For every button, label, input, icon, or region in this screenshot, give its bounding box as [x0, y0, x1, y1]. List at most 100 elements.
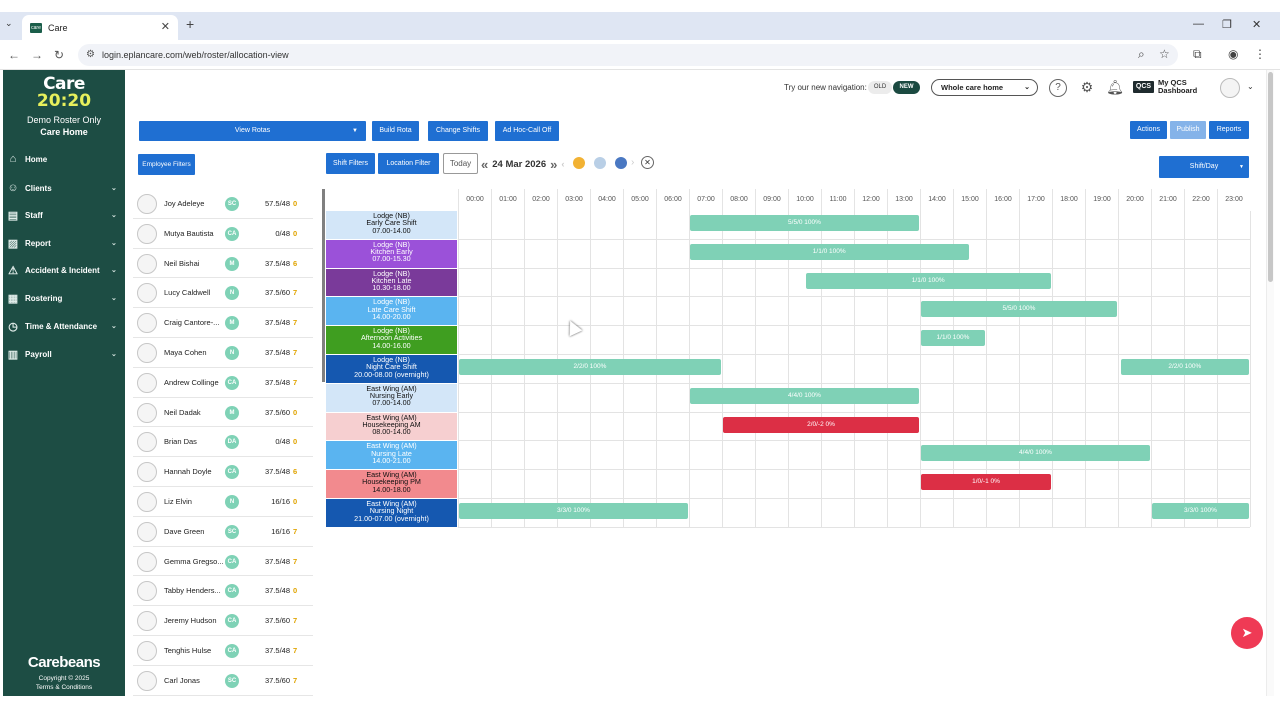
staff-name[interactable]: Neil Bishai [164, 259, 224, 268]
staff-row[interactable]: Brian Das DA 0/48 0 [133, 427, 313, 458]
shift-bar[interactable]: 2/0/-2 0% [723, 416, 919, 433]
browser-tab[interactable]: care Care ✕ [22, 15, 178, 40]
staff-name[interactable]: Andrew Collinge [164, 378, 224, 387]
shift-label[interactable]: Lodge (NB) Kitchen Late 10.30-18.00 [326, 268, 457, 298]
notification-bell-icon[interactable]: 🔔︎ [1106, 79, 1124, 97]
view-rotas-dropdown[interactable]: View Rotas ▼ [139, 121, 366, 141]
qcs-logo[interactable]: QCS [1133, 81, 1154, 93]
staff-row[interactable]: Tenghis Hulse CA 37.5/48 7 [133, 636, 313, 666]
shift-label[interactable]: Lodge (NB) Early Care Shift 07.00-14.00 [326, 211, 457, 240]
staff-name[interactable]: Jeremy Hudson [164, 616, 224, 625]
profile-icon[interactable]: ◉ [1228, 47, 1238, 61]
view-mode-select[interactable]: Shift/Day ▼ [1159, 156, 1249, 178]
staff-name[interactable]: Brian Das [164, 437, 224, 446]
sidebar-item-payroll[interactable]: ▥ Payroll ⌄ [3, 345, 125, 363]
staff-name[interactable]: Joy Adeleye [164, 199, 224, 208]
staff-name[interactable]: Neil Dadak [164, 408, 224, 417]
next-day-icon[interactable]: › [631, 157, 634, 168]
shift-label[interactable]: Lodge (NB) Late Care Shift 14.00-20.00 [326, 297, 457, 327]
sidebar-item-staff[interactable]: ▤ Staff ⌄ [3, 206, 125, 224]
user-avatar[interactable] [1220, 78, 1240, 98]
shift-label[interactable]: East Wing (AM) Nursing Late 14.00-21.00 [326, 441, 457, 471]
staff-name[interactable]: Craig Cantore-... [164, 318, 224, 327]
back-icon[interactable]: ← [8, 48, 20, 62]
reload-icon[interactable]: ↻ [54, 48, 64, 62]
staff-name[interactable]: Hannah Doyle [164, 467, 224, 476]
next-week-icon[interactable]: » [550, 157, 557, 172]
shift-label[interactable]: Lodge (NB) Kitchen Early 07.00-15.30 [326, 239, 457, 269]
staff-name[interactable]: Maya Cohen [164, 348, 224, 357]
new-tab-icon[interactable]: + [186, 16, 194, 32]
staff-row[interactable]: Craig Cantore-... M 37.5/48 7 [133, 308, 313, 338]
shift-label[interactable]: Lodge (NB) Night Care Shift 20.00-08.00 (o… [326, 355, 457, 384]
shift-bar[interactable]: 1/1/0 100% [921, 330, 985, 347]
staff-row[interactable]: Carl Jonas SC 37.5/60 7 [133, 666, 313, 696]
sidebar-item-report[interactable]: ▨ Report ⌄ [3, 234, 125, 252]
shift-bar[interactable]: 4/4/0 100% [921, 445, 1150, 462]
care2020-logo[interactable]: Care 20:20 [3, 76, 125, 110]
today-button[interactable]: Today [443, 153, 478, 174]
staff-row[interactable]: Andrew Collinge CA 37.5/48 7 [133, 368, 313, 398]
staff-name[interactable]: Tenghis Hulse [164, 646, 224, 655]
prev-week-icon[interactable]: « [481, 157, 488, 172]
staff-row[interactable]: Neil Bishai M 37.5/48 6 [133, 249, 313, 279]
toggle-old[interactable]: OLD [868, 81, 892, 94]
staff-row[interactable]: Joy Adeleye SC 57.5/48 0 [133, 189, 313, 219]
shift-bar[interactable]: 1/1/0 100% [690, 243, 969, 260]
publish-button[interactable]: Publish [1170, 121, 1206, 139]
staff-row[interactable]: Gemma Gregso... CA 37.5/48 7 [133, 547, 313, 577]
restore-icon[interactable]: ❐ [1222, 18, 1232, 31]
shift-bar[interactable]: 3/3/0 100% [1152, 503, 1249, 519]
staff-row[interactable]: Jeremy Hudson CA 37.5/60 7 [133, 606, 313, 636]
shift-filters-button[interactable]: Shift Filters [326, 153, 375, 174]
staff-row[interactable]: Hannah Doyle CA 37.5/48 6 [133, 457, 313, 487]
user-menu-chevron-icon[interactable]: ⌄ [1247, 82, 1254, 91]
zoom-icon[interactable]: ⌕ [1138, 47, 1145, 62]
shift-bar[interactable]: 1/1/0 100% [805, 272, 1051, 289]
staff-row[interactable]: Lucy Caldwell N 37.5/60 7 [133, 278, 313, 309]
staff-row[interactable]: Mutya Bautista CA 0/48 0 [133, 219, 313, 249]
filter-dot-lightblue[interactable] [594, 157, 606, 169]
shift-bar[interactable]: 4/4/0 100% [690, 387, 919, 404]
url-field[interactable]: ⚙ login.eplancare.com/web/roster/allocat… [78, 44, 1178, 66]
location-filter-button[interactable]: Location Filter [378, 153, 439, 174]
window-close-icon[interactable]: ✕ [1252, 18, 1261, 31]
staff-row[interactable]: Neil Dadak M 37.5/60 0 [133, 398, 313, 428]
shift-label[interactable]: East Wing (AM) Nursing Early 07.00-14.00 [326, 383, 457, 413]
adhoc-calloff-button[interactable]: Ad Hoc-Call Off [495, 121, 559, 141]
sidebar-item-accident-incident[interactable]: ⚠ Accident & Incident ⌄ [3, 261, 125, 279]
terms-link[interactable]: Terms & Conditions [3, 684, 125, 691]
extensions-icon[interactable]: ⧉ [1193, 47, 1202, 62]
shift-label[interactable]: East Wing (AM) Housekeeping PM 14.00-18.00 [326, 470, 457, 499]
sidebar-item-rostering[interactable]: ▦ Rostering ⌄ [3, 289, 125, 307]
staff-name[interactable]: Dave Green [164, 527, 224, 536]
shift-label[interactable]: Lodge (NB) Afternoon Activities 14.00-16.0… [326, 326, 457, 355]
staff-row[interactable]: Maya Cohen N 37.5/48 7 [133, 338, 313, 368]
settings-gear-icon[interactable]: ⚙ [1078, 79, 1096, 97]
staff-name[interactable]: Mutya Bautista [164, 229, 224, 238]
staff-row[interactable]: Tabby Henders... CA 37.5/48 0 [133, 576, 313, 607]
staff-name[interactable]: Tabby Henders... [164, 586, 224, 595]
care-home-select[interactable]: Whole care home ⌄ [931, 79, 1038, 96]
staff-name[interactable]: Lucy Caldwell [164, 288, 224, 297]
filter-dot-amber[interactable] [573, 157, 585, 169]
toggle-new[interactable]: NEW [893, 81, 920, 94]
staff-name[interactable]: Gemma Gregso... [164, 557, 224, 566]
minimize-icon[interactable]: — [1193, 18, 1204, 30]
shift-label[interactable]: East Wing (AM) Housekeeping AM 08.00-14.00 [326, 412, 457, 442]
shift-bar[interactable]: 5/5/0 100% [921, 301, 1117, 318]
sidebar-item-home[interactable]: ⌂ Home [3, 150, 125, 168]
shift-bar[interactable]: 1/0/-1 0% [921, 474, 1051, 491]
shift-label[interactable]: East Wing (AM) Nursing Night 21.00-07.00 (… [326, 499, 457, 528]
shift-bar[interactable]: 2/2/0 100% [459, 359, 721, 375]
feedback-rocket-button[interactable]: ➤ [1231, 617, 1263, 649]
shift-bar[interactable]: 3/3/0 100% [459, 503, 688, 519]
prev-day-icon[interactable]: ‹ [561, 159, 564, 170]
bookmark-star-icon[interactable]: ☆ [1159, 47, 1170, 61]
shift-bar[interactable]: 5/5/0 100% [690, 215, 919, 231]
build-rota-button[interactable]: Build Rota [372, 121, 419, 141]
tab-list-icon[interactable]: ⌄ [5, 18, 13, 29]
change-shifts-button[interactable]: Change Shifts [428, 121, 488, 141]
shift-bar[interactable]: 2/2/0 100% [1120, 359, 1249, 375]
staff-row[interactable]: Liz Elvin N 16/16 0 [133, 487, 313, 517]
